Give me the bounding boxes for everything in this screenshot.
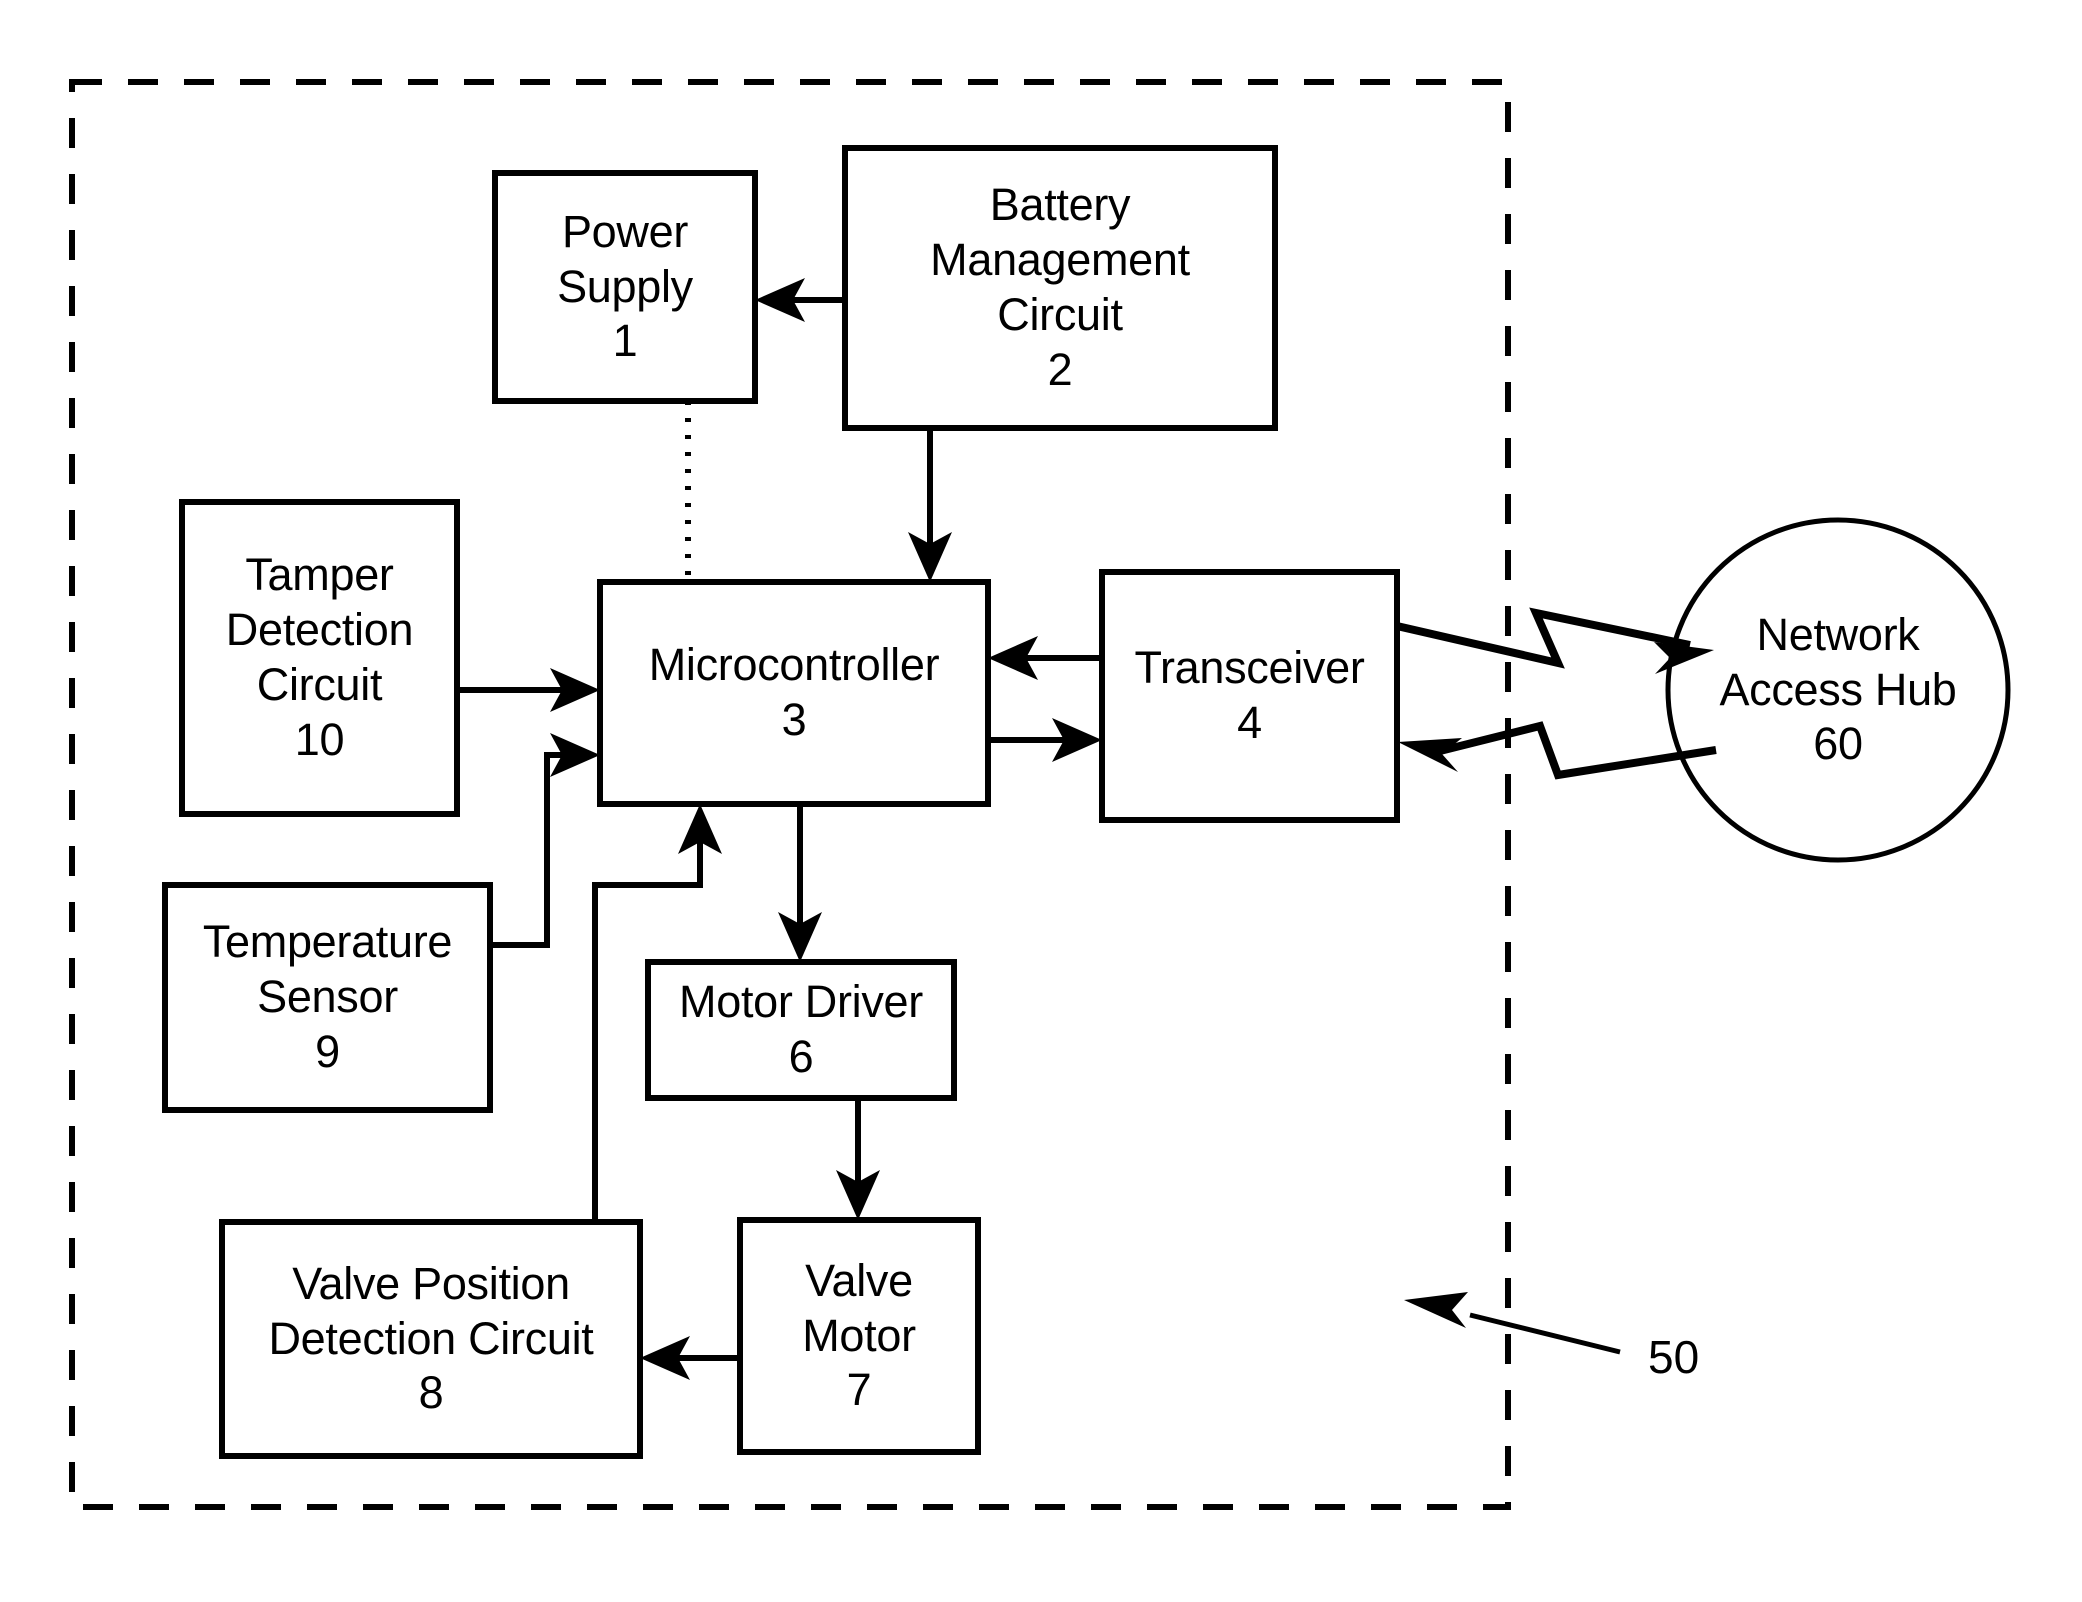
reference-leader-50 [1404,1292,1621,1355]
enclosure-ref-label: 50 [1648,1331,1700,1383]
motor-driver-box[interactable] [645,959,957,1101]
diagram-vector-layer [69,79,2011,1510]
connector-valvemotor-to-valveposition [640,1336,740,1380]
valve-position-box[interactable] [219,1219,643,1459]
connector-microcontroller-to-motordriver [778,804,822,962]
valve-motor-box[interactable] [737,1217,981,1455]
arrowhead-left [1404,1292,1468,1328]
figure-canvas: Power Supply 1 Battery Management Circui… [0,0,2082,1602]
connector-battery-to-microcontroller [908,428,952,582]
connector-transceiver-to-hub-wireless [1396,607,1714,674]
power-supply-box[interactable] [492,170,758,404]
connector-transceiver-to-microcontroller [988,636,1102,680]
connector-battery-to-power-supply [755,278,845,322]
connector-motordriver-to-valvemotor [836,1098,880,1220]
connector-tamper-to-microcontroller [457,668,600,712]
connector-temperature-to-microcontroller [490,733,600,948]
microcontroller-box[interactable] [597,579,991,807]
connector-hub-to-transceiver-wireless [1398,721,1717,780]
tamper-detection-box[interactable] [179,499,460,817]
temperature-sensor-box[interactable] [162,882,493,1113]
arrowhead-left [1398,738,1462,772]
transceiver-box[interactable] [1099,569,1400,823]
connector-microcontroller-to-transceiver [988,718,1102,762]
battery-management-box[interactable] [842,145,1278,431]
network-access-hub-circle[interactable] [1665,517,2011,863]
